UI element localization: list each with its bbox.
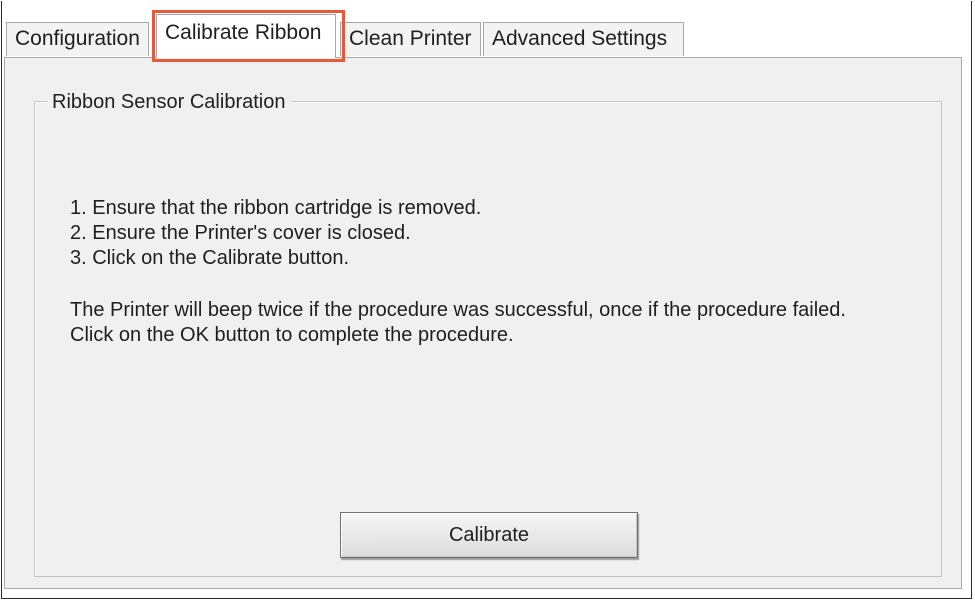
step-3: 3. Click on the Calibrate button. <box>70 247 350 269</box>
group-title: Ribbon Sensor Calibration <box>48 89 292 115</box>
instruction-steps: 1. Ensure that the ribbon cartridge is r… <box>70 196 481 271</box>
procedure-notes: The Printer will beep twice if the proce… <box>70 298 846 348</box>
tab-calibrate-ribbon[interactable]: Calibrate Ribbon <box>156 14 336 58</box>
tab-advanced-settings[interactable]: Advanced Settings <box>483 22 684 56</box>
tab-clean-printer[interactable]: Clean Printer <box>340 22 481 56</box>
tab-strip: Configuration Calibrate Ribbon Clean Pri… <box>4 12 964 58</box>
calibrate-button[interactable]: Calibrate <box>340 512 638 558</box>
tab-configuration[interactable]: Configuration <box>6 22 149 56</box>
step-1: 1. Ensure that the ribbon cartridge is r… <box>70 197 482 219</box>
printer-properties-window: Configuration Calibrate Ribbon Clean Pri… <box>0 0 975 602</box>
note-beep: The Printer will beep twice if the proce… <box>70 299 846 321</box>
step-2: 2. Ensure the Printer's cover is closed. <box>70 222 411 244</box>
note-ok: Click on the OK button to complete the p… <box>70 324 514 346</box>
